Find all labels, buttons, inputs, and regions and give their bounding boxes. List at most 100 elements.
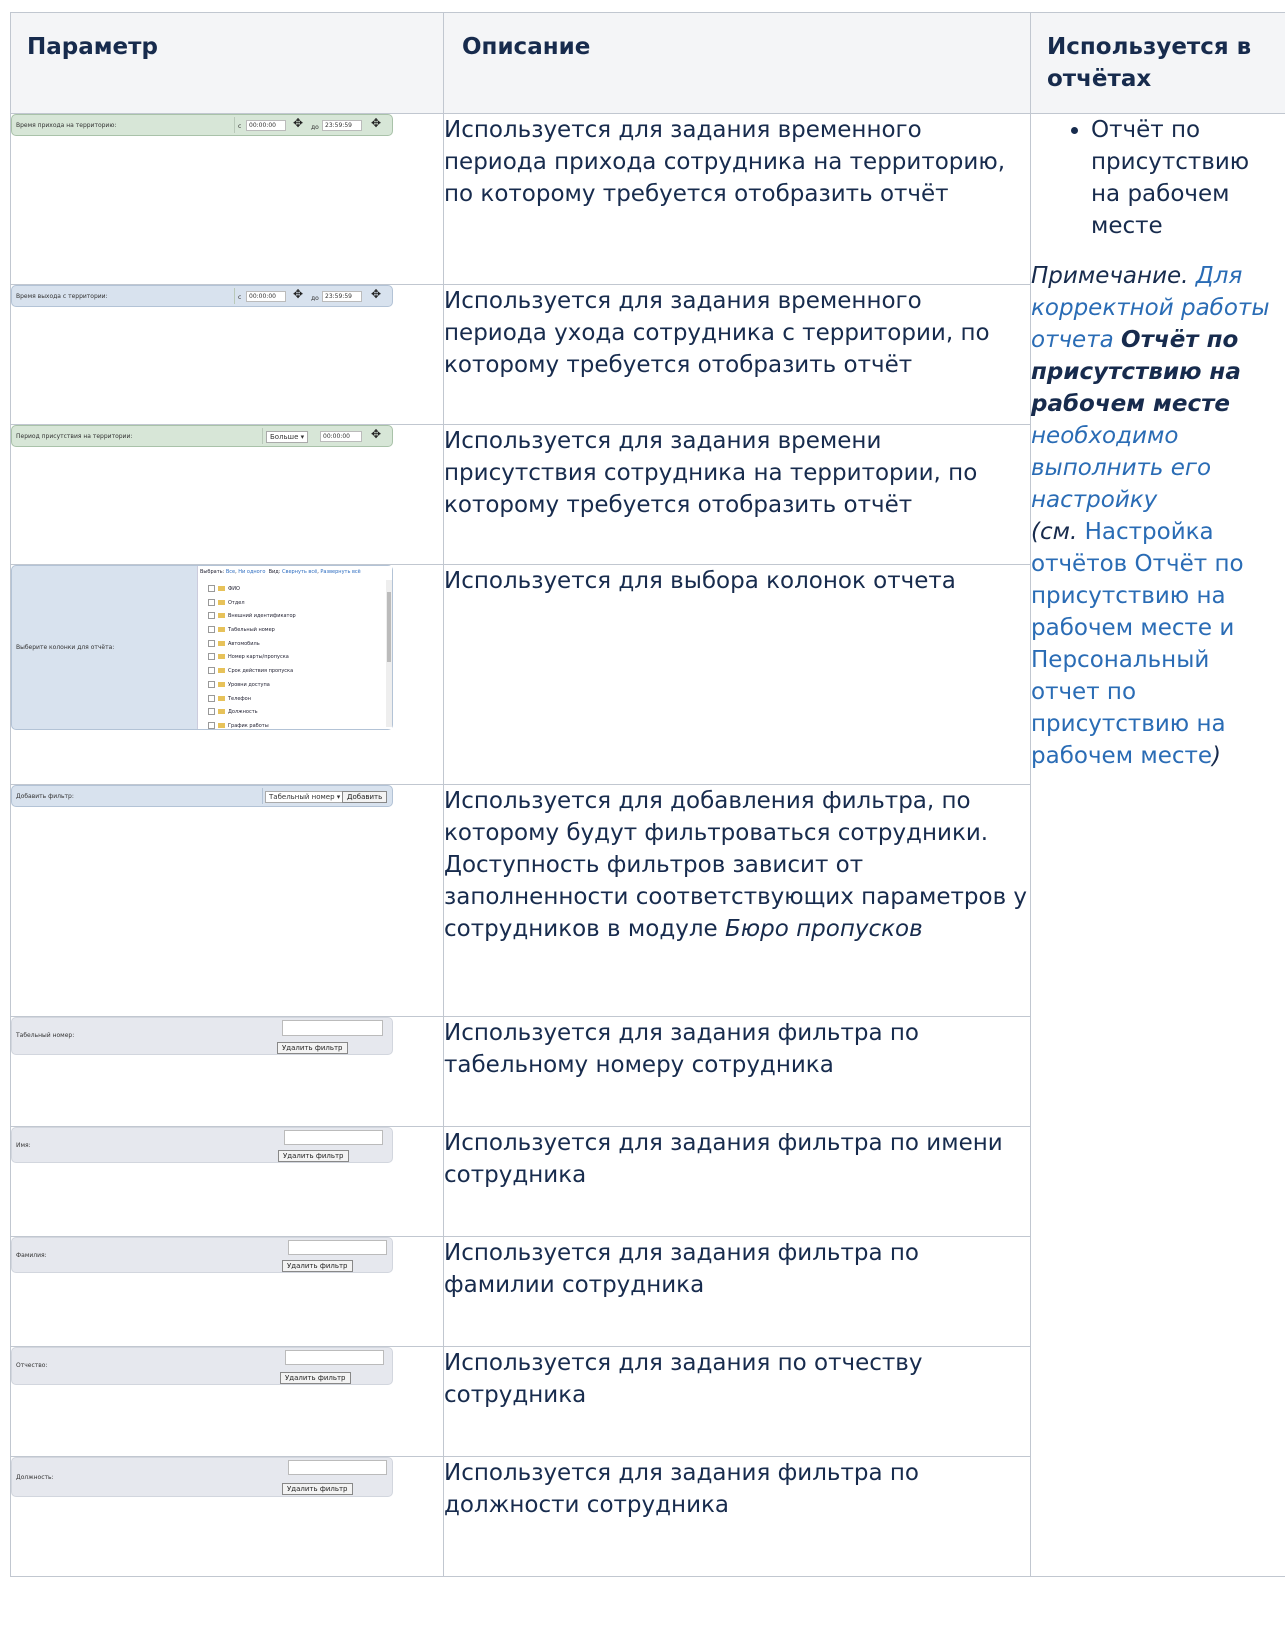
checkbox[interactable] — [208, 694, 215, 702]
list-item[interactable]: Автомобиль — [202, 638, 296, 652]
columns-select-widget: Выберите колонки для отчёта: Выбрать: Вс… — [11, 565, 393, 730]
list-item[interactable]: Номер карты/пропуска — [202, 651, 296, 665]
remove-filter-button[interactable]: Удалить фильтр — [282, 1483, 353, 1495]
description-cell: Используется для задания временного пери… — [443, 284, 1031, 425]
description-cell: Используется для задания фильтра по табе… — [443, 1016, 1031, 1127]
columns-tree: Выбрать: Все, Ни одного Вид: Свернуть вс… — [197, 566, 392, 729]
filter-value-input[interactable] — [288, 1460, 387, 1475]
checkbox[interactable] — [208, 598, 215, 606]
remove-filter-button[interactable]: Удалить фильтр — [277, 1042, 348, 1054]
select-none-link[interactable]: Ни одного — [238, 569, 265, 575]
list-item[interactable]: Телефон — [202, 693, 296, 707]
checkbox[interactable] — [208, 612, 215, 620]
folder-icon — [218, 599, 225, 605]
checkbox[interactable] — [208, 626, 215, 634]
move-icon[interactable]: ✥ — [293, 288, 303, 300]
list-item[interactable]: Срок действия пропуска — [202, 665, 296, 679]
widget-label: Фамилия: — [16, 1252, 47, 1259]
list-item[interactable]: Табельный номер — [202, 624, 296, 638]
presence-period-widget: Период присутствия на территории: Больше… — [11, 425, 393, 447]
filter-select[interactable]: Табельный номер ▾ — [265, 791, 345, 803]
settings-link[interactable]: Настройка отчётов Отчёт по присутствию н… — [1031, 519, 1244, 769]
widget-label: Время выхода с территории: — [16, 293, 108, 300]
reports-list: Отчёт по присутствию на рабочем месте — [1031, 114, 1285, 242]
widget-label: Выберите колонки для отчёта: — [16, 644, 115, 651]
checkbox[interactable] — [208, 708, 215, 716]
checkbox[interactable] — [208, 585, 215, 592]
list-item[interactable]: График работы — [202, 720, 296, 734]
remove-filter-button[interactable]: Удалить фильтр — [282, 1260, 353, 1272]
header-description: Описание — [443, 12, 1031, 114]
list-item[interactable]: Уровни доступа — [202, 679, 296, 693]
widget-label: Добавить фильтр: — [16, 793, 74, 800]
to-time-input[interactable]: 23:59:59 — [322, 120, 362, 131]
folder-icon — [218, 654, 225, 660]
from-time-input[interactable]: 00:00:00 — [246, 291, 286, 302]
checkbox[interactable] — [208, 721, 215, 729]
remove-filter-button[interactable]: Удалить фильтр — [280, 1372, 351, 1384]
description-cell: Используется для задания по отчеству сот… — [443, 1346, 1031, 1457]
add-filter-button[interactable]: Добавить — [342, 791, 388, 803]
filter-first-name-widget: Имя: Удалить фильтр — [11, 1127, 393, 1163]
scrollbar[interactable] — [386, 580, 392, 727]
move-icon[interactable]: ✥ — [371, 288, 381, 300]
list-item: Отчёт по присутствию на рабочем месте — [1091, 114, 1285, 242]
param-cell: Период присутствия на территории: Больше… — [10, 424, 444, 565]
comparison-select[interactable]: Больше ▾ — [266, 431, 309, 443]
tree-header: Выбрать: Все, Ни одного Вид: Свернуть вс… — [200, 569, 361, 575]
widget-label: Время прихода на территорию: — [16, 122, 117, 129]
used-in-reports-cell: Отчёт по присутствию на рабочем месте Пр… — [1030, 113, 1285, 1577]
list-item[interactable]: Внешний идентификатор — [202, 610, 296, 624]
remove-filter-button[interactable]: Удалить фильтр — [278, 1150, 349, 1162]
param-cell: Время прихода на территорию: с 00:00:00 … — [10, 113, 444, 285]
description-cell: Используется для задания времени присутс… — [443, 424, 1031, 565]
folder-icon — [218, 586, 225, 591]
description-cell: Используется для выбора колонок отчета — [443, 564, 1031, 785]
checkbox[interactable] — [208, 639, 215, 647]
collapse-all-link[interactable]: Свернуть всё — [282, 569, 317, 575]
param-cell: Добавить фильтр: Табельный номер ▾ Добав… — [10, 784, 444, 1017]
filter-value-input[interactable] — [282, 1020, 383, 1036]
param-cell: Имя: Удалить фильтр — [10, 1126, 444, 1237]
duration-input[interactable]: 00:00:00 — [320, 431, 362, 442]
move-icon[interactable]: ✥ — [293, 117, 303, 129]
list-item[interactable]: ФИО — [202, 583, 296, 597]
checkbox[interactable] — [208, 680, 215, 688]
widget-label: Табельный номер: — [16, 1032, 75, 1039]
note-link[interactable]: необходимо выполнить его настройку — [1031, 423, 1211, 513]
from-time-input[interactable]: 00:00:00 — [246, 120, 286, 131]
folder-icon — [218, 640, 225, 646]
param-cell: Время выхода с территории: с 00:00:00 ✥ … — [10, 284, 444, 425]
folder-icon — [218, 668, 225, 674]
filter-value-input[interactable] — [285, 1350, 384, 1365]
filter-patronymic-widget: Отчество: Удалить фильтр — [11, 1347, 393, 1385]
note: Примечание. Для корректной работы отчета… — [1031, 263, 1270, 769]
param-cell: Должность: Удалить фильтр — [10, 1456, 444, 1577]
widget-label: Период присутствия на территории: — [16, 433, 133, 440]
filter-value-input[interactable] — [284, 1130, 383, 1145]
to-time-input[interactable]: 23:59:59 — [322, 291, 362, 302]
param-cell: Фамилия: Удалить фильтр — [10, 1236, 444, 1347]
folder-icon — [218, 613, 225, 619]
filter-value-input[interactable] — [288, 1240, 387, 1255]
expand-all-link[interactable]: Развернуть всё — [320, 569, 360, 575]
scrollbar-thumb[interactable] — [387, 592, 391, 662]
folder-icon — [218, 627, 225, 633]
description-cell: Используется для задания фильтра по имен… — [443, 1126, 1031, 1237]
departure-time-widget: Время выхода с территории: с 00:00:00 ✥ … — [11, 285, 393, 307]
filter-last-name-widget: Фамилия: Удалить фильтр — [11, 1237, 393, 1273]
select-all-link[interactable]: Все — [226, 569, 235, 575]
description-cell: Используется для задания временного пери… — [443, 113, 1031, 285]
description-cell: Используется для задания фильтра по фами… — [443, 1236, 1031, 1347]
checkbox[interactable] — [208, 667, 215, 675]
arrival-time-widget: Время прихода на территорию: с 00:00:00 … — [11, 114, 393, 136]
columns-list: ФИО Отдел Внешний идентификатор Табельны… — [202, 583, 296, 734]
list-item[interactable]: Должность — [202, 706, 296, 720]
filter-employee-number-widget: Табельный номер: Удалить фильтр — [11, 1017, 393, 1055]
header-parameter: Параметр — [10, 12, 444, 114]
move-icon[interactable]: ✥ — [371, 428, 381, 440]
header-used-in-reports: Используется в отчётах — [1030, 12, 1285, 114]
checkbox[interactable] — [208, 653, 215, 661]
move-icon[interactable]: ✥ — [371, 117, 381, 129]
list-item[interactable]: Отдел — [202, 597, 296, 611]
